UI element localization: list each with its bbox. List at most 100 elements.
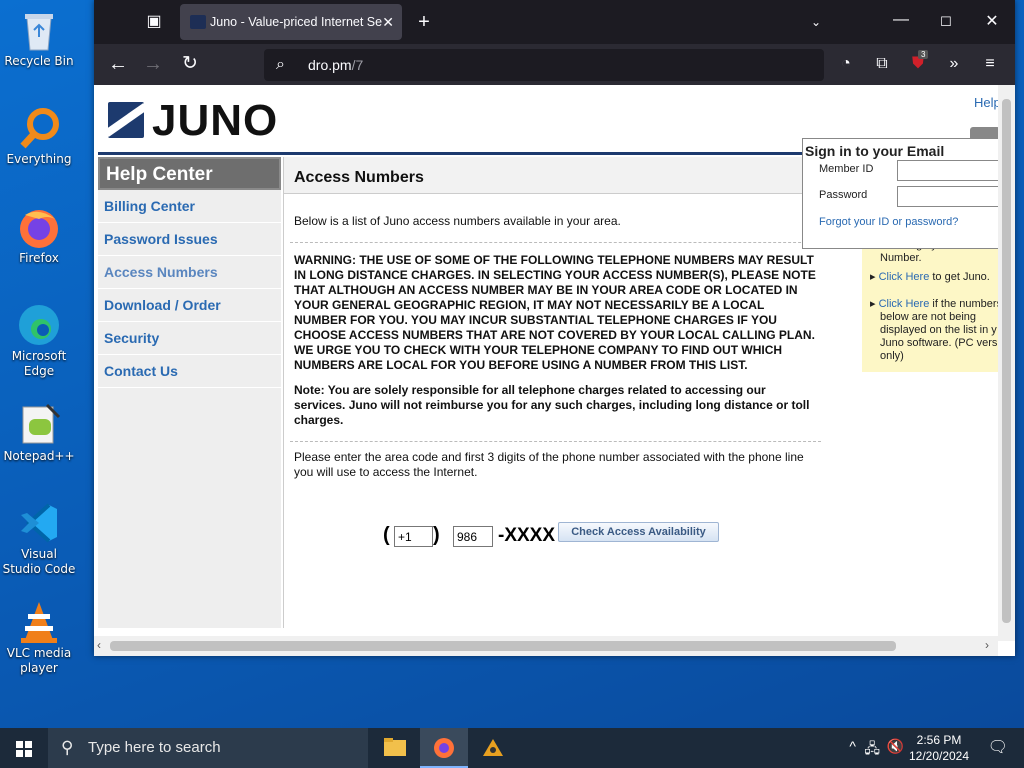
firefox-icon bbox=[17, 205, 61, 249]
taskbar-search-box[interactable]: ⚲ Type here to search bbox=[48, 728, 368, 768]
list-all-tabs-chevron-icon[interactable]: ⌄ bbox=[802, 10, 830, 34]
scroll-left-arrow-icon[interactable]: ‹ bbox=[97, 638, 101, 652]
warning-text: WARNING: THE USE OF SOME OF THE FOLLOWIN… bbox=[294, 253, 816, 372]
taskbar: ⚲ Type here to search ^ 🖧 🔇 2:56 PM 12/2… bbox=[0, 728, 1024, 768]
back-arrow-icon[interactable]: ← bbox=[104, 52, 132, 76]
open-paren: ( bbox=[383, 524, 390, 546]
extension-badge: 3 bbox=[918, 50, 929, 59]
sidebar-header: Help Center bbox=[98, 157, 281, 190]
forgot-id-link[interactable]: Forgot your ID or password? bbox=[819, 216, 958, 228]
password-input[interactable] bbox=[897, 186, 998, 207]
desktop-icon-label: Microsoft Edge bbox=[11, 349, 67, 378]
tip-line2: Number. bbox=[880, 252, 922, 264]
scroll-right-arrow-icon[interactable]: › bbox=[985, 638, 989, 652]
edge-icon bbox=[17, 303, 61, 347]
signin-heading: Sign in to your Email bbox=[805, 143, 945, 159]
desktop-icon-firefox[interactable]: Firefox bbox=[2, 205, 76, 266]
tip-numbers-missing: ▸ Click Here if the numbers below are no… bbox=[862, 284, 998, 363]
clock[interactable]: 2:56 PM 12/20/2024 bbox=[908, 732, 970, 764]
sidebar-item-download-order[interactable]: Download / Order bbox=[98, 289, 281, 322]
overflow-chevrons-icon[interactable]: » bbox=[940, 52, 968, 76]
url-path: /7 bbox=[351, 57, 364, 73]
new-tab-button[interactable]: + bbox=[410, 10, 438, 34]
extensions-puzzle-icon[interactable]: ⧉ bbox=[868, 52, 896, 76]
desktop-icon-vlc[interactable]: VLC media player bbox=[2, 600, 76, 676]
check-access-availability-button[interactable]: Check Access Availability bbox=[558, 522, 719, 542]
maximize-icon[interactable]: ☐ bbox=[932, 10, 960, 34]
clock-date: 12/20/2024 bbox=[908, 749, 970, 763]
taskbar-app[interactable] bbox=[470, 728, 516, 768]
menu-hamburger-icon[interactable]: ≡ bbox=[976, 52, 1004, 76]
sidebar-item-security[interactable]: Security bbox=[98, 322, 281, 355]
area-code-input[interactable] bbox=[394, 526, 433, 547]
notepadpp-icon bbox=[17, 403, 61, 447]
firefox-icon bbox=[434, 738, 454, 758]
help-link[interactable]: Help bbox=[974, 95, 998, 110]
close-paren: ) bbox=[433, 524, 440, 546]
notifications-icon[interactable]: 🗨 bbox=[988, 737, 1008, 757]
show-hidden-icons-chevron-icon[interactable]: ^ bbox=[849, 738, 856, 754]
desktop-icon-label: Everything bbox=[6, 152, 72, 166]
instructions-text: Please enter the area code and first 3 d… bbox=[294, 450, 804, 479]
forward-arrow-icon[interactable]: → bbox=[139, 52, 167, 76]
taskbar-firefox[interactable] bbox=[420, 728, 468, 768]
juno-logo-mark bbox=[108, 102, 144, 138]
sidebar-item-access-numbers[interactable]: Access Numbers bbox=[98, 256, 281, 289]
divider bbox=[290, 242, 821, 243]
desktop-icon-label: Visual Studio Code bbox=[2, 547, 76, 576]
click-here-link[interactable]: Click Here bbox=[879, 298, 930, 310]
vertical-scroll-thumb[interactable] bbox=[1002, 99, 1011, 623]
tab-list-icon[interactable]: ▣ bbox=[140, 10, 168, 34]
juno-logo[interactable]: JUNO bbox=[108, 99, 278, 143]
note-text: Note: You are solely responsible for all… bbox=[294, 383, 810, 427]
number-suffix: -XXXX bbox=[498, 525, 556, 546]
recycle-bin-icon bbox=[17, 8, 61, 52]
logo-text: JUNO bbox=[152, 96, 279, 145]
main-content: Access Numbers Below is a list of Juno a… bbox=[283, 157, 827, 628]
tab-title: Juno - Value-priced Internet Se bbox=[210, 15, 383, 29]
volume-muted-icon[interactable]: 🔇 bbox=[887, 738, 904, 755]
clock-time: 2:56 PM bbox=[916, 733, 962, 747]
desktop-icon-edge[interactable]: Microsoft Edge bbox=[2, 303, 76, 379]
network-icon[interactable]: 🖧 bbox=[864, 738, 880, 762]
password-label: Password bbox=[819, 189, 868, 201]
email-signin-box: Sign in to your Email Member ID Password… bbox=[802, 138, 998, 249]
vertical-scrollbar[interactable] bbox=[998, 85, 1015, 641]
click-here-link[interactable]: Click Here bbox=[879, 271, 930, 283]
prefix-input[interactable] bbox=[453, 526, 493, 547]
everything-magnifier-icon bbox=[17, 106, 61, 150]
start-button[interactable] bbox=[0, 728, 48, 768]
vlc-cone-icon bbox=[17, 600, 61, 644]
intro-text: Below is a list of Juno access numbers a… bbox=[294, 214, 621, 228]
taskbar-file-explorer[interactable] bbox=[372, 728, 418, 768]
member-id-input[interactable] bbox=[897, 160, 998, 181]
minimize-icon[interactable]: — bbox=[887, 8, 915, 32]
url-domain: dro.pm bbox=[308, 57, 352, 73]
desktop-icon-everything[interactable]: Everything bbox=[2, 106, 76, 167]
desktop-icon-vscode[interactable]: Visual Studio Code bbox=[2, 501, 76, 577]
search-icon: ⌕ bbox=[276, 56, 285, 73]
desktop-icon-recycle-bin[interactable]: Recycle Bin bbox=[2, 8, 76, 69]
member-id-label: Member ID bbox=[819, 163, 874, 175]
firefox-window: ▣ Juno - Value-priced Internet Se ✕ + ⌄ … bbox=[94, 0, 1015, 656]
sidebar-item-password-issues[interactable]: Password Issues bbox=[98, 223, 281, 256]
nav-toolbar: ← → ↻ ⌕ dro.pm/7 ◔ ⧉ ⛊ 3 » ≡ bbox=[94, 44, 1015, 85]
horizontal-scrollbar[interactable]: ‹ › bbox=[94, 636, 998, 656]
close-window-icon[interactable]: ✕ bbox=[978, 10, 1006, 34]
close-tab-icon[interactable]: ✕ bbox=[382, 4, 394, 40]
sidebar-item-billing-center[interactable]: Billing Center bbox=[98, 190, 281, 223]
help-sidebar: Help Center Billing Center Password Issu… bbox=[98, 157, 281, 628]
windows-logo-icon bbox=[16, 741, 32, 757]
tab-juno[interactable]: Juno - Value-priced Internet Se ✕ bbox=[180, 4, 402, 40]
tracking-protection-icon[interactable]: ◔ bbox=[832, 52, 860, 76]
desktop-icon-label: Notepad++ bbox=[3, 449, 75, 463]
desktop-icon-label: VLC media player bbox=[6, 646, 72, 675]
desktop-icon-notepadpp[interactable]: Notepad++ bbox=[2, 403, 76, 464]
folder-icon bbox=[384, 738, 406, 756]
sidebar-item-contact-us[interactable]: Contact Us bbox=[98, 355, 281, 388]
reload-icon[interactable]: ↻ bbox=[176, 52, 204, 76]
tab-bar: ▣ Juno - Value-priced Internet Se ✕ + ⌄ … bbox=[94, 0, 1015, 44]
help-tips-box: to change your Access Number. ▸ Click He… bbox=[862, 239, 998, 372]
url-bar[interactable]: ⌕ dro.pm/7 bbox=[264, 49, 824, 81]
horizontal-scroll-thumb[interactable] bbox=[110, 641, 896, 651]
